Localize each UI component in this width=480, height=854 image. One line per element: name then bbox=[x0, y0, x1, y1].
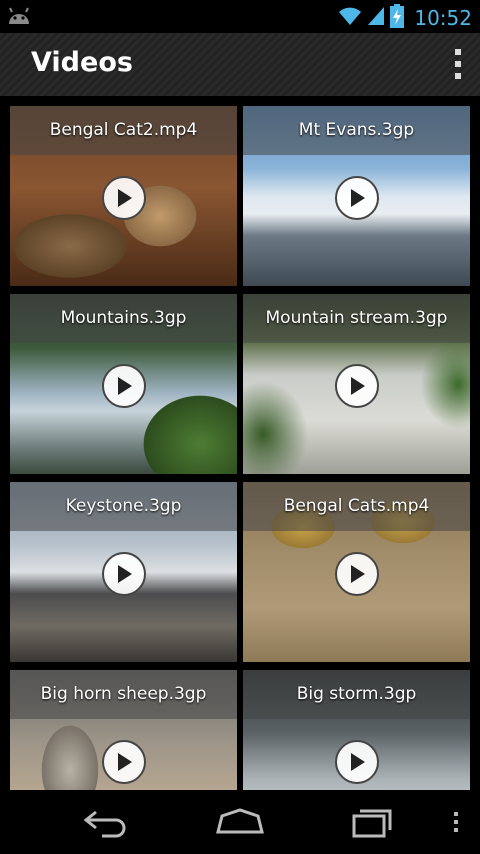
play-icon[interactable] bbox=[102, 740, 146, 784]
play-icon[interactable] bbox=[335, 364, 379, 408]
home-icon[interactable] bbox=[214, 804, 266, 844]
android-icon bbox=[6, 6, 32, 30]
back-icon[interactable] bbox=[82, 804, 130, 844]
action-bar: Videos bbox=[0, 33, 480, 98]
play-icon[interactable] bbox=[102, 364, 146, 408]
play-icon[interactable] bbox=[335, 740, 379, 784]
play-icon[interactable] bbox=[102, 176, 146, 220]
play-icon[interactable] bbox=[335, 552, 379, 596]
battery-charging-icon bbox=[390, 4, 405, 32]
signal-icon bbox=[366, 5, 386, 31]
video-tile-bengal-cats[interactable]: Bengal Cats.mp4 bbox=[243, 482, 470, 662]
video-title: Big storm.3gp bbox=[243, 670, 470, 719]
video-tile-mt-evans[interactable]: Mt Evans.3gp bbox=[243, 106, 470, 286]
play-icon[interactable] bbox=[102, 552, 146, 596]
video-title: Big horn sheep.3gp bbox=[10, 670, 237, 719]
video-tile-bengal-cat2[interactable]: Bengal Cat2.mp4 bbox=[10, 106, 237, 286]
video-tile-keystone[interactable]: Keystone.3gp bbox=[10, 482, 237, 662]
video-title: Keystone.3gp bbox=[10, 482, 237, 531]
video-title: Mountain stream.3gp bbox=[243, 294, 470, 343]
video-title: Bengal Cats.mp4 bbox=[243, 482, 470, 531]
video-tile-big-horn-sheep[interactable]: Big horn sheep.3gp bbox=[10, 670, 237, 790]
video-tile-big-storm[interactable]: Big storm.3gp bbox=[243, 670, 470, 790]
video-title: Bengal Cat2.mp4 bbox=[10, 106, 237, 155]
video-tile-mountains[interactable]: Mountains.3gp bbox=[10, 294, 237, 474]
video-title: Mountains.3gp bbox=[10, 294, 237, 343]
recent-apps-icon[interactable] bbox=[350, 804, 398, 844]
video-title: Mt Evans.3gp bbox=[243, 106, 470, 155]
video-tile-mountain-stream[interactable]: Mountain stream.3gp bbox=[243, 294, 470, 474]
wifi-icon bbox=[338, 5, 362, 31]
page-title: Videos bbox=[31, 47, 133, 78]
menu-icon[interactable] bbox=[454, 812, 458, 832]
play-icon[interactable] bbox=[335, 176, 379, 220]
status-bar: 10:52 bbox=[0, 0, 480, 33]
overflow-menu-icon[interactable] bbox=[450, 49, 466, 79]
status-time: 10:52 bbox=[414, 6, 472, 30]
video-grid: Bengal Cat2.mp4 Mt Evans.3gp Mountains.3… bbox=[0, 96, 480, 790]
navigation-bar bbox=[0, 790, 480, 854]
